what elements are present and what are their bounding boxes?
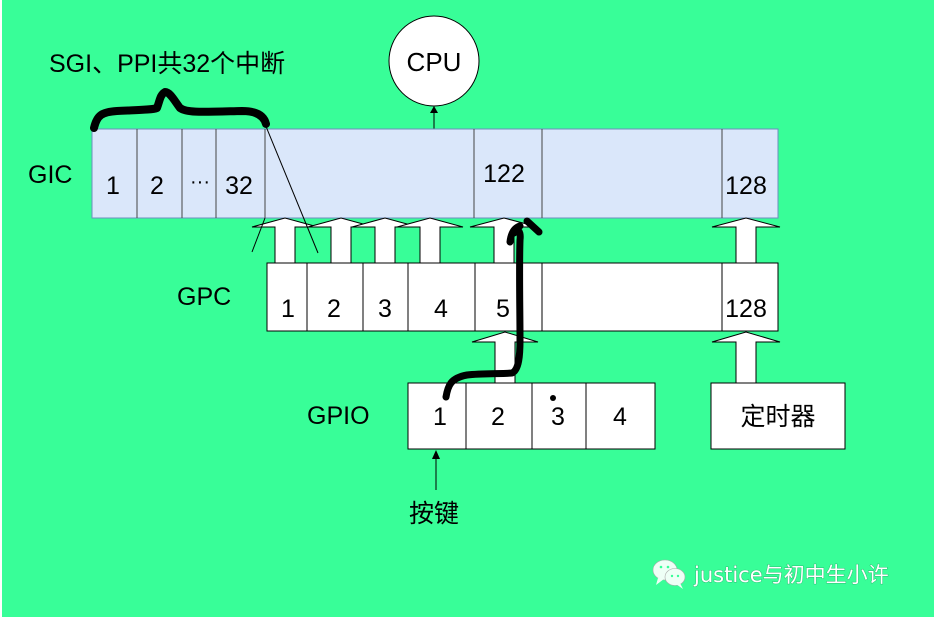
watermark: justice与初中生小许 (652, 559, 889, 589)
key-label: 按键 (409, 500, 459, 528)
gpc-cell-4: 4 (434, 295, 448, 323)
key-to-gpio-arrow (432, 450, 440, 490)
watermark-text: justice与初中生小许 (693, 563, 889, 587)
gpc-cell-5: 5 (496, 295, 510, 323)
timer-node: 定时器 (710, 382, 846, 450)
gpc-cell-128: 128 (725, 295, 767, 323)
gic-bar: 1 2 ··· 32 122 128 (91, 128, 779, 219)
gpio-cell-3: 3 (551, 403, 565, 431)
dot-mark (550, 395, 556, 401)
brace-label: SGI、PPI共32个中断 (49, 50, 285, 78)
gic-cell-1: 1 (106, 172, 120, 200)
gpio-label: GPIO (307, 402, 370, 430)
gic-cell-ellipsis: ··· (190, 171, 210, 193)
gic-cell-128: 128 (725, 172, 767, 200)
bracket-line (251, 217, 266, 253)
gpio-cell-2: 2 (491, 403, 505, 431)
gic-label: GIC (28, 161, 72, 189)
hand-drawn-brace (90, 88, 270, 132)
block-arrow (711, 217, 781, 264)
gpc-label: GPC (177, 283, 231, 311)
gic-cell-2: 2 (150, 172, 164, 200)
timer-label: 定时器 (740, 403, 815, 431)
cpu-node: CPU (388, 15, 480, 107)
gpc-cell-1: 1 (281, 295, 295, 323)
gpc-cell-3: 3 (378, 295, 392, 323)
gpio-cell-1: 1 (433, 403, 447, 431)
gpio-cell-4: 4 (613, 403, 627, 431)
gic-cell-122: 122 (483, 160, 525, 188)
gic-to-cpu-arrow (430, 106, 438, 129)
diagram-canvas: SGI、PPI共32个中断 CPU GIC 1 2 ··· 32 122 128 (2, 0, 934, 617)
gic-diagram: SGI、PPI共32个中断 CPU GIC 1 2 ··· 32 122 128 (28, 15, 889, 589)
wechat-icon (652, 559, 686, 589)
block-arrow (711, 331, 781, 384)
cpu-label: CPU (407, 47, 462, 77)
gic-cell-32: 32 (225, 172, 253, 200)
gpc-cell-2: 2 (327, 295, 341, 323)
block-arrow (396, 217, 464, 264)
